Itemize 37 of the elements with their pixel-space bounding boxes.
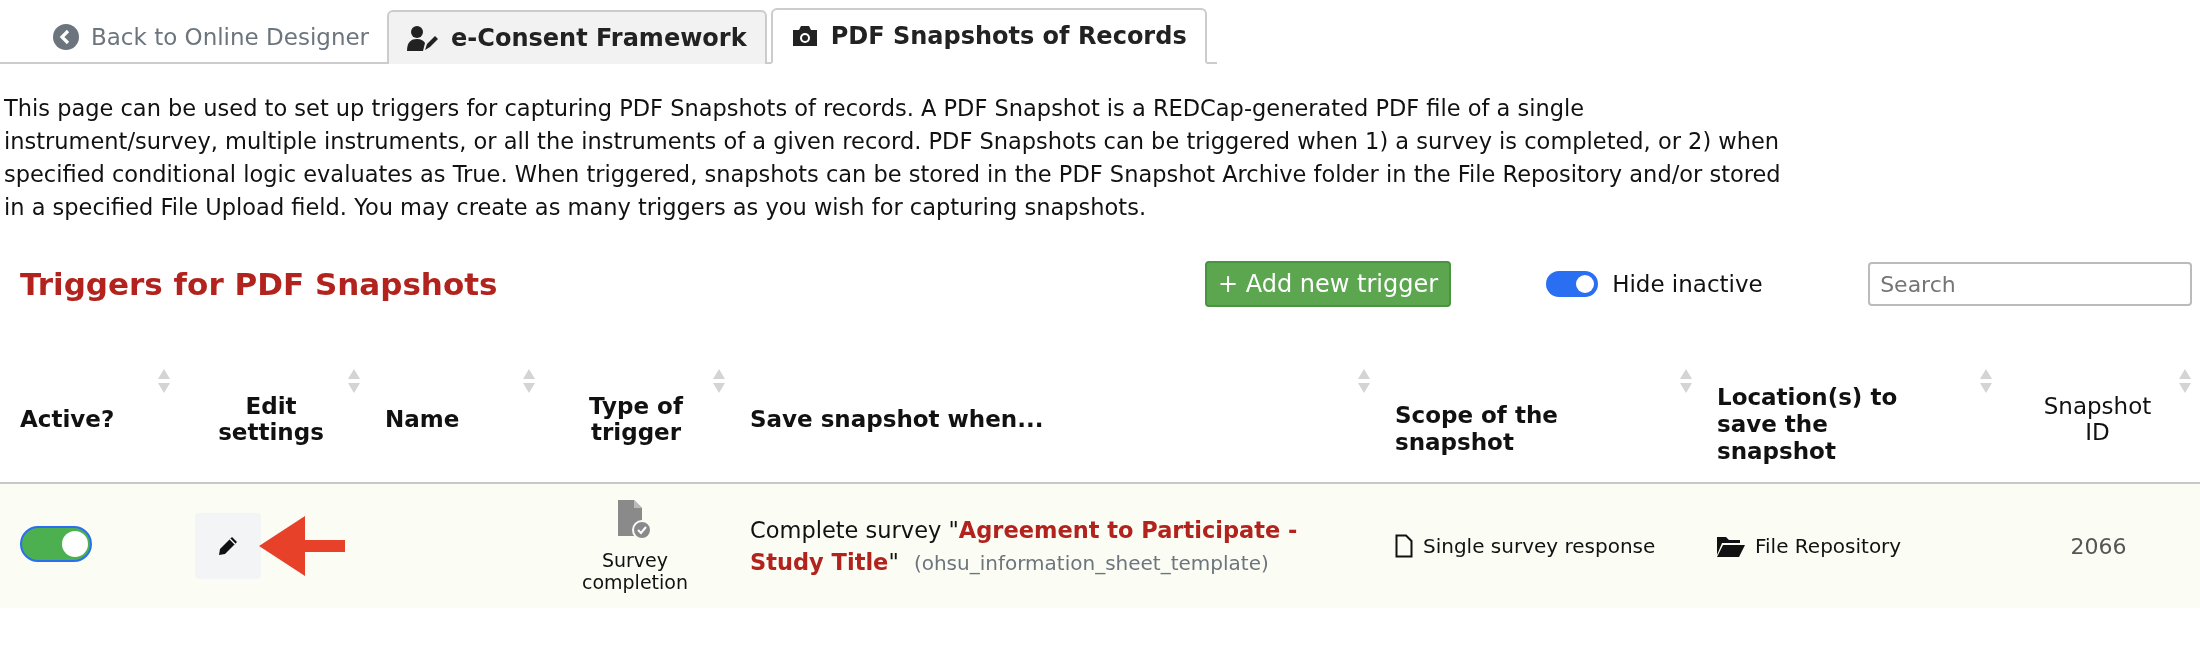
sort-icon[interactable] <box>347 368 361 394</box>
sort-icon[interactable] <box>1979 368 1993 394</box>
location-text: File Repository <box>1755 534 1902 558</box>
camera-icon <box>790 24 819 48</box>
intro-paragraph: This page can be used to set up triggers for capturing PDF Snapshots of records. A PDF Snapshot is a REDCap-generated PDF file of a single instrument/survey, multiple instruments, or all the instruments of a given record. PDF Snapshots can be triggered when 1) a survey is completed, or 2) when specified conditional logic evaluates as True. When triggered, snapshots can be stored in the PDF Snapshot Archive folder in the File Repository and/or stored in a specified File Upload field. You may create as many triggers as you wish for capturing snapshots. <box>4 94 1782 222</box>
search-field[interactable]: Search <box>1868 262 2193 306</box>
folder-icon <box>1717 535 1745 557</box>
column-header: Edit settings <box>217 393 325 445</box>
column-header: Active? <box>20 406 115 432</box>
column-header: Location(s) to save the snapshot <box>1717 384 1899 465</box>
sort-icon[interactable] <box>522 368 536 394</box>
document-check-icon <box>618 499 652 540</box>
column-header: Scope of the snapshot <box>1395 402 1559 456</box>
active-toggle[interactable] <box>20 525 92 562</box>
sort-icon[interactable] <box>712 368 726 394</box>
chevron-left-icon <box>53 24 79 50</box>
pencil-icon <box>217 535 239 557</box>
scope-text: Single survey response <box>1423 534 1656 558</box>
tab[interactable]: PDF Snapshots of Records <box>770 8 1207 64</box>
sort-icon[interactable] <box>1679 368 1693 394</box>
trigger-condition: Complete survey "Agreement to Participate - Study Title" (ohsu_information_sheet_template) <box>750 515 1299 577</box>
section-title: Triggers for PDF Snapshots <box>20 266 499 302</box>
toggle-label: Hide inactive <box>1612 271 1763 297</box>
sort-icon[interactable] <box>157 368 171 394</box>
column-header: Save snapshot when... <box>750 406 1044 432</box>
user-pen-icon <box>407 25 440 51</box>
trigger-type: Survey completion <box>581 548 689 593</box>
file-icon <box>1395 534 1413 558</box>
sort-icon[interactable] <box>2178 368 2192 394</box>
snapshot-id: 2066 <box>2070 533 2127 559</box>
column-header: Name <box>385 406 460 432</box>
column-header: Snapshot ID <box>2042 393 2153 445</box>
edit-button[interactable] <box>195 513 261 579</box>
column-header: Type of trigger <box>588 393 685 445</box>
tab[interactable]: e-Consent Framework <box>387 10 767 64</box>
back-link[interactable]: Back to Online Designer <box>5 24 388 62</box>
sort-icon[interactable] <box>1357 368 1371 394</box>
